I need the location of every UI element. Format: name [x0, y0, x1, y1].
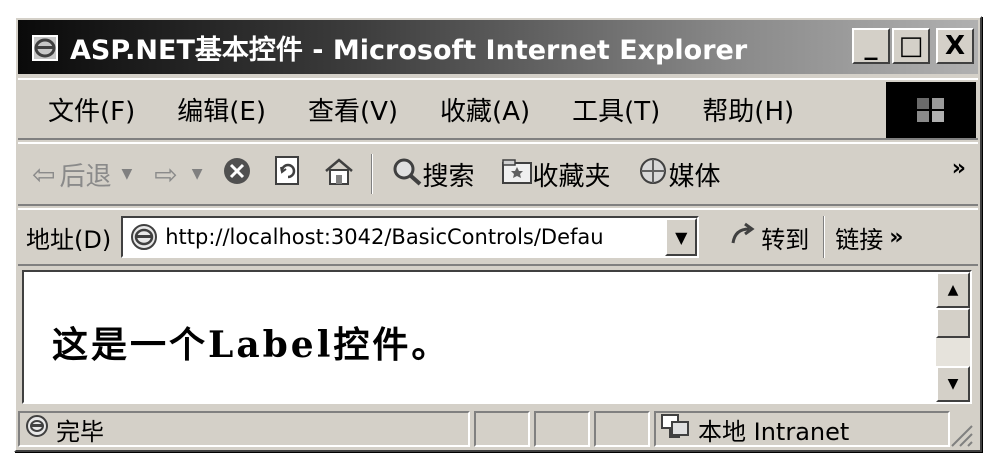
page-ie-icon: [129, 222, 159, 252]
menu-tools[interactable]: 工具(T): [572, 91, 660, 128]
status-panel-1: [474, 411, 530, 447]
menu-view[interactable]: 查看(V): [308, 91, 398, 128]
close-button[interactable]: X: [936, 28, 974, 64]
intranet-zone-icon: [660, 412, 690, 446]
menu-bar: 文件(F) 编辑(E) 查看(V) 收藏(A) 工具(T) 帮助(H): [18, 78, 978, 140]
chevron-down-icon: ▼: [675, 227, 688, 247]
minimize-button[interactable]: _: [852, 28, 890, 64]
window-title: ASP.NET基本控件 - Microsoft Internet Explore…: [70, 34, 748, 66]
back-label: 后退: [59, 161, 112, 192]
address-label: 地址(D): [26, 225, 112, 254]
search-label: 搜索: [422, 161, 475, 192]
links-overflow-chevron-icon[interactable]: »: [889, 225, 903, 250]
status-panel-2: [534, 411, 590, 447]
title-bar[interactable]: ASP.NET基本控件 - Microsoft Internet Explore…: [18, 20, 978, 74]
media-icon: [637, 156, 669, 193]
stop-button[interactable]: [221, 155, 253, 194]
back-arrow-icon: ⇦: [32, 157, 56, 191]
menu-help[interactable]: 帮助(H): [702, 91, 794, 128]
standard-toolbar: ⇦ 后退 ▼ ⇨ ▼ 搜索 收藏夹 媒体 »: [18, 142, 978, 206]
vertical-scrollbar[interactable]: ▲ ▼: [936, 272, 970, 402]
page-content: 这是一个Label控件。 ▲ ▼: [22, 270, 972, 404]
home-button[interactable]: [323, 156, 355, 193]
back-dropdown-icon[interactable]: ▼: [121, 166, 132, 182]
status-bar: 完毕 本地 Intranet: [18, 408, 978, 450]
address-url: http://localhost:3042/BasicControls/Defa…: [165, 225, 604, 249]
maximize-icon: □: [898, 31, 924, 61]
go-button[interactable]: 转到: [729, 220, 809, 255]
refresh-button[interactable]: [273, 155, 303, 194]
media-button[interactable]: 媒体: [637, 156, 721, 193]
menu-edit[interactable]: 编辑(E): [177, 91, 266, 128]
windows-logo-icon: [886, 82, 976, 138]
minimize-icon: _: [864, 31, 878, 61]
favorites-label: 收藏夹: [532, 161, 611, 192]
ie-app-icon: [28, 29, 64, 65]
go-arrow-icon: [729, 221, 757, 254]
status-page-icon: [24, 413, 50, 445]
scroll-down-button[interactable]: ▼: [936, 366, 970, 402]
refresh-icon: [273, 155, 303, 194]
forward-button[interactable]: ⇨ ▼: [154, 158, 202, 191]
status-zone-panel: 本地 Intranet: [654, 411, 950, 447]
toolbar-overflow-chevron-icon[interactable]: »: [952, 156, 966, 181]
forward-arrow-icon: ⇨: [154, 157, 178, 191]
scrollbar-thumb[interactable]: [936, 308, 970, 338]
media-label: 媒体: [668, 161, 721, 192]
menu-favorites[interactable]: 收藏(A): [440, 91, 530, 128]
security-zone-text: 本地 Intranet: [698, 417, 850, 446]
label-control-text: 这是一个Label控件。: [52, 324, 451, 366]
links-button[interactable]: 链接: [835, 220, 883, 255]
scroll-up-button[interactable]: ▲: [936, 272, 970, 308]
back-button[interactable]: ⇦ 后退 ▼: [32, 156, 132, 193]
toolbar-separator: [370, 154, 373, 194]
status-text: 完毕: [56, 417, 104, 446]
resize-grip-icon[interactable]: [944, 418, 974, 448]
address-bar: 地址(D) http://localhost:3042/BasicControl…: [18, 208, 978, 266]
browser-window: ASP.NET基本控件 - Microsoft Internet Explore…: [14, 16, 982, 452]
address-input[interactable]: http://localhost:3042/BasicControls/Defa…: [121, 216, 700, 258]
favorites-button[interactable]: 收藏夹: [501, 156, 611, 193]
menu-file[interactable]: 文件(F): [48, 91, 135, 128]
maximize-button[interactable]: □: [892, 28, 930, 64]
address-dropdown-button[interactable]: ▼: [665, 218, 698, 256]
address-separator: [823, 216, 826, 258]
window-controls: _ □ X: [852, 28, 974, 64]
go-label: 转到: [761, 225, 810, 254]
home-icon: [323, 156, 355, 193]
stop-icon: [221, 155, 253, 194]
close-icon: X: [944, 31, 966, 61]
forward-dropdown-icon[interactable]: ▼: [192, 166, 203, 182]
status-panel-3: [594, 411, 650, 447]
status-panel-main: 完毕: [18, 411, 470, 447]
arrow-down-icon: ▼: [947, 376, 959, 392]
favorites-folder-icon: [501, 157, 533, 192]
search-icon: [391, 156, 423, 193]
arrow-up-icon: ▲: [947, 282, 959, 298]
search-button[interactable]: 搜索: [391, 156, 475, 193]
